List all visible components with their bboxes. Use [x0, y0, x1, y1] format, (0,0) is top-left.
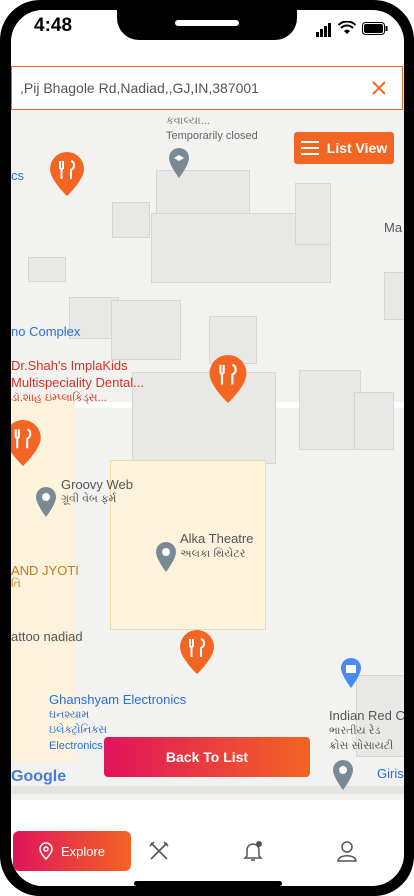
list-view-button[interactable]: List View	[294, 132, 394, 164]
back-to-list-label: Back To List	[165, 749, 249, 765]
building	[354, 392, 394, 450]
tab-notifications[interactable]	[233, 831, 273, 871]
user-icon	[337, 841, 357, 862]
tab-restaurants[interactable]	[139, 831, 179, 871]
location-pin-icon	[39, 842, 53, 860]
status-icons	[316, 19, 388, 37]
back-to-list-button[interactable]: Back To List	[104, 737, 310, 777]
place-label: Ma	[384, 220, 403, 235]
place-label: Alka Theatre	[180, 531, 254, 546]
location-search-input[interactable]: ,Pij Bhagole Rd,Nadiad,,GJ,IN,387001	[12, 80, 364, 96]
place-label: ગ્રૂવી વેબ ફર્મ	[61, 493, 117, 505]
map-place-icon[interactable]	[333, 760, 353, 790]
restaurant-pin-icon[interactable]	[11, 420, 41, 466]
place-label: ડૉ.શાહ ઇમ્પ્લાકિડ્સ...	[11, 392, 107, 404]
battery-icon	[362, 21, 388, 35]
place-label: Multispeciality Dental...	[11, 375, 144, 390]
place-label: તિ	[11, 578, 21, 590]
location-search-bar[interactable]: ,Pij Bhagole Rd,Nadiad,,GJ,IN,387001	[11, 66, 403, 110]
tab-explore-label: Explore	[60, 843, 106, 859]
place-label: attoo nadiad	[11, 629, 83, 644]
building	[112, 202, 150, 238]
bell-icon	[243, 841, 263, 861]
place-label: ભારતીય રેડ	[329, 725, 381, 737]
place-label: Groovy Web	[61, 477, 134, 492]
shopping-bag-icon[interactable]	[341, 658, 361, 688]
place-label: કવાલ્યા...	[166, 115, 210, 127]
wifi-icon	[338, 21, 356, 34]
restaurant-pin-icon[interactable]	[50, 152, 84, 196]
tab-bar: Explore	[11, 800, 404, 886]
place-label: ઘનશ્યામ	[49, 709, 90, 721]
building	[299, 370, 361, 450]
place-label: Giris	[377, 766, 404, 781]
signal-icon	[316, 19, 332, 37]
fork-knife-icon	[149, 841, 169, 860]
google-logo: Google	[11, 768, 67, 785]
building	[295, 183, 331, 245]
place-label: ઇલેક્ટ્રોનિક્સ	[49, 724, 107, 736]
tab-profile[interactable]	[327, 831, 367, 871]
screen: 4:48 ,Pij Bhagole Rd,Nadiad,,GJ,IN,38700…	[11, 10, 404, 886]
restaurant-pin-icon[interactable]	[209, 355, 247, 403]
status-bar: 4:48	[11, 10, 404, 66]
phone-frame: 4:48 ,Pij Bhagole Rd,Nadiad,,GJ,IN,38700…	[0, 0, 414, 896]
place-label: AND JYOTI	[11, 563, 79, 578]
restaurant-pin-icon[interactable]	[180, 630, 214, 674]
tab-explore[interactable]: Explore	[13, 831, 131, 871]
building	[28, 257, 66, 282]
list-view-label: List View	[326, 140, 388, 156]
place-label: Temporarily closed	[166, 130, 258, 142]
place-label: અલકા થિયેટર	[180, 548, 246, 560]
home-indicator	[134, 881, 282, 886]
place-label: no Complex	[11, 324, 81, 339]
place-label: ક્રોસ સોસાયટી	[329, 740, 394, 752]
building	[111, 300, 181, 360]
notch	[117, 10, 297, 40]
place-label: Indian Red C	[329, 708, 404, 723]
building	[384, 272, 404, 320]
building	[132, 372, 276, 464]
clear-icon[interactable]	[364, 73, 394, 103]
place-label: cs	[11, 168, 24, 183]
map-view[interactable]: કવાલ્યા... Temporarily closed cs Ma no C…	[11, 110, 404, 800]
map-place-icon[interactable]	[156, 542, 176, 572]
place-label: Ghanshyam Electronics	[49, 692, 187, 707]
menu-icon	[300, 141, 319, 155]
place-label: Dr.Shah's ImplaKids	[11, 358, 128, 373]
map-place-icon[interactable]	[169, 148, 189, 178]
map-place-icon[interactable]	[36, 487, 56, 517]
status-time: 4:48	[34, 15, 73, 36]
